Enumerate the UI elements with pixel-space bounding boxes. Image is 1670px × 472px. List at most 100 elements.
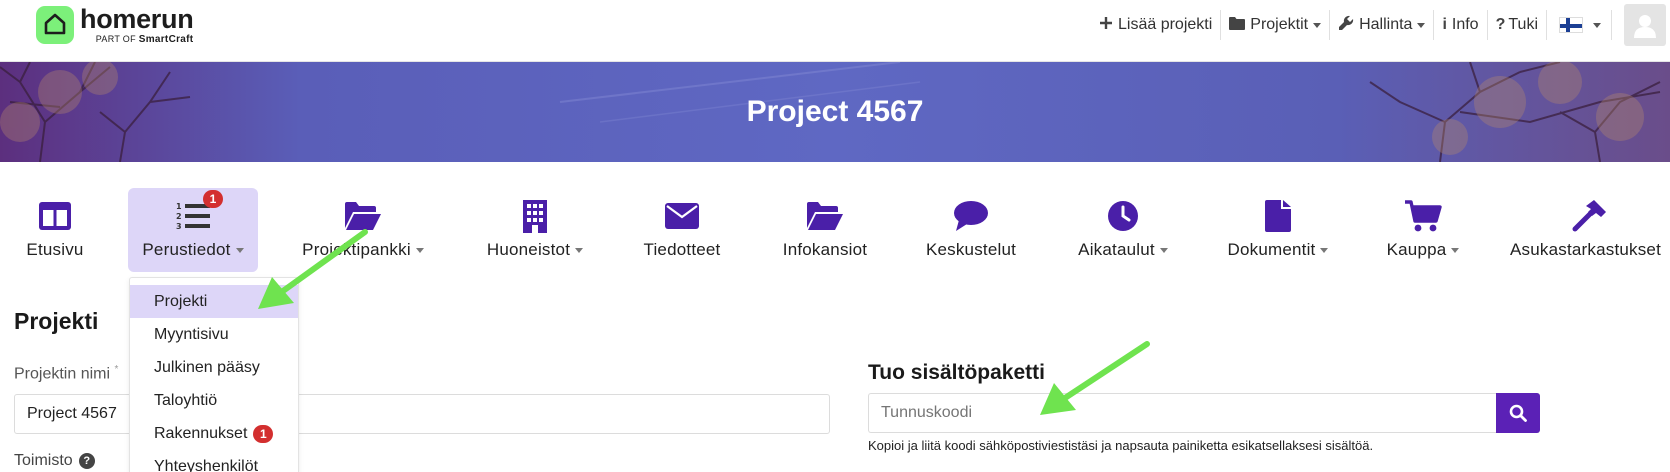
module-keskustelut[interactable]: Keskustelut xyxy=(916,188,1026,272)
admin-label: Hallinta xyxy=(1359,16,1413,33)
info-icon: i xyxy=(1442,16,1447,33)
folder-open-icon xyxy=(344,198,382,234)
dropdown-item-taloyhtio[interactable]: Taloyhtiö xyxy=(130,384,298,417)
logo-subtitle: PART OF SmartCraft xyxy=(80,34,193,45)
module-asukastarkastukset[interactable]: Asukastarkastukset xyxy=(1510,188,1670,272)
support-label: Tuki xyxy=(1508,16,1538,33)
svg-text:2: 2 xyxy=(176,212,182,221)
chevron-down-icon xyxy=(575,248,584,254)
building-icon xyxy=(521,198,549,234)
top-nav: Lisää projekti Projektit Hallinta i Info… xyxy=(1091,0,1670,50)
columns-icon xyxy=(38,198,72,234)
logo-sub-prefix: PART OF xyxy=(95,34,136,44)
page-title: Projekti xyxy=(14,308,99,334)
project-name-value: Project 4567 xyxy=(27,405,117,422)
dropdown-item-myyntisivu[interactable]: Myyntisivu xyxy=(130,318,298,351)
module-label: Huoneistot xyxy=(486,240,571,259)
question-circle-icon[interactable]: ? xyxy=(78,452,95,469)
dropdown-item-label: Projekti xyxy=(154,292,208,310)
project-name-label-text: Projektin nimi xyxy=(14,365,111,383)
chevron-down-icon xyxy=(1320,248,1329,254)
search-icon xyxy=(1509,404,1527,422)
info-link[interactable]: i Info xyxy=(1434,10,1488,40)
notification-badge: 1 xyxy=(253,424,274,443)
question-icon: ? xyxy=(1495,16,1506,33)
office-label: Toimisto? xyxy=(14,452,95,470)
chevron-down-icon xyxy=(1313,22,1322,28)
module-label: Asukastarkastukset xyxy=(1510,240,1661,259)
hammer-icon xyxy=(1572,198,1608,234)
office-label-text: Toimisto xyxy=(14,452,73,469)
homerun-logo[interactable]: homerun PART OF SmartCraft xyxy=(36,6,194,50)
module-tiedotteet[interactable]: Tiedotteet xyxy=(632,188,732,272)
admin-menu[interactable]: Hallinta xyxy=(1330,10,1435,40)
svg-text:1: 1 xyxy=(176,202,182,211)
finnish-flag-icon xyxy=(1559,17,1583,33)
dropdown-item-rakennukset[interactable]: Rakennukset 1 xyxy=(130,417,298,450)
chevron-down-icon xyxy=(1593,22,1601,28)
import-package-title: Tuo sisältöpaketti xyxy=(868,361,1045,384)
dropdown-item-julkinen-paasy[interactable]: Julkinen pääsy xyxy=(130,351,298,384)
chevron-down-icon xyxy=(1417,22,1426,28)
dropdown-item-label: Myyntisivu xyxy=(154,325,229,343)
project-title: Project 4567 xyxy=(746,95,924,128)
dropdown-item-projekti[interactable]: Projekti xyxy=(130,285,298,318)
project-name-label: Projektin nimi * xyxy=(14,364,118,383)
dropdown-item-label: Yhteyshenkilöt xyxy=(154,457,259,472)
module-aikataulut[interactable]: Aikataulut xyxy=(1068,188,1178,272)
module-label: Infokansiot xyxy=(782,240,868,259)
code-input[interactable] xyxy=(868,393,1496,433)
module-label: Perustiedot xyxy=(142,240,231,259)
home-logo-icon xyxy=(36,6,74,44)
support-link[interactable]: ? Tuki xyxy=(1488,10,1547,40)
module-label: Keskustelut xyxy=(925,240,1017,259)
chevron-down-icon xyxy=(415,248,424,254)
comment-icon xyxy=(953,198,989,234)
required-marker: * xyxy=(114,364,119,375)
dropdown-item-yhteyshenkilot[interactable]: Yhteyshenkilöt xyxy=(130,450,298,472)
module-label: Etusivu xyxy=(26,240,84,259)
module-label: Projektipankki xyxy=(302,240,411,259)
logo-sub-brand: SmartCraft xyxy=(138,34,194,45)
dropdown-item-label: Rakennukset xyxy=(154,424,248,442)
language-menu[interactable] xyxy=(1547,10,1612,40)
plus-icon xyxy=(1099,16,1113,35)
module-kauppa[interactable]: Kauppa xyxy=(1378,188,1468,272)
envelope-icon xyxy=(664,198,700,234)
module-nav: Etusivu 1 2 3 1 Perustiedot Projektipank… xyxy=(0,188,1670,272)
chevron-down-icon xyxy=(235,248,244,254)
cart-icon xyxy=(1404,198,1442,234)
folder-icon xyxy=(1229,16,1246,35)
module-perustiedot[interactable]: 1 2 3 1 Perustiedot xyxy=(128,188,258,272)
search-button[interactable] xyxy=(1496,393,1540,433)
module-label: Dokumentit xyxy=(1227,240,1316,259)
project-banner: Project 4567 xyxy=(0,62,1670,162)
import-help-text: Kopioi ja liitä koodi sähköpostiviestist… xyxy=(868,438,1374,453)
avatar[interactable] xyxy=(1624,4,1666,46)
module-etusivu[interactable]: Etusivu xyxy=(20,188,90,272)
list-ol-icon: 1 2 3 1 xyxy=(175,190,223,234)
folder-open-icon xyxy=(806,198,844,234)
clock-icon xyxy=(1107,198,1139,234)
notification-badge: 1 xyxy=(203,190,223,208)
chevron-down-icon xyxy=(1451,248,1460,254)
module-huoneistot[interactable]: Huoneistot xyxy=(480,188,590,272)
module-projektipankki[interactable]: Projektipankki xyxy=(298,188,428,272)
module-label: Tiedotteet xyxy=(643,240,721,259)
module-dokumentit[interactable]: Dokumentit xyxy=(1220,188,1336,272)
dropdown-item-label: Julkinen pääsy xyxy=(154,358,260,376)
module-infokansiot[interactable]: Infokansiot xyxy=(772,188,878,272)
wrench-icon xyxy=(1338,15,1354,36)
top-header: homerun PART OF SmartCraft Lisää projekt… xyxy=(0,0,1670,62)
module-label: Kauppa xyxy=(1386,240,1447,259)
add-project-link[interactable]: Lisää projekti xyxy=(1091,10,1222,40)
svg-text:3: 3 xyxy=(176,222,182,231)
add-project-label: Lisää projekti xyxy=(1118,16,1213,33)
chevron-down-icon xyxy=(1159,248,1168,254)
dropdown-item-label: Taloyhtiö xyxy=(154,391,218,409)
projects-label: Projektit xyxy=(1250,16,1309,33)
info-label: Info xyxy=(1451,16,1479,33)
user-icon xyxy=(1634,15,1656,38)
projects-menu[interactable]: Projektit xyxy=(1221,10,1331,40)
module-label: Aikataulut xyxy=(1078,240,1155,259)
